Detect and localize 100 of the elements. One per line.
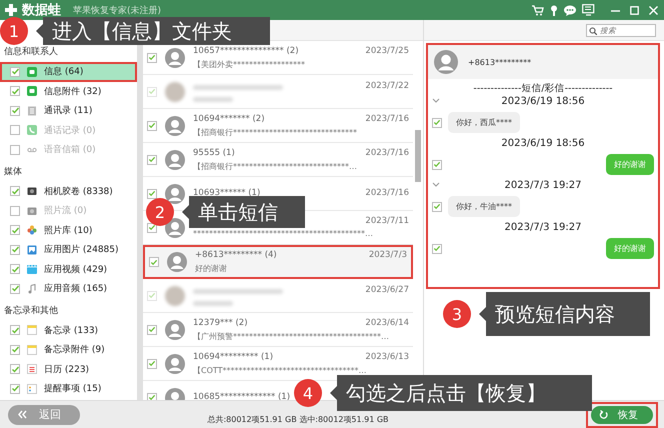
sidebar-item[interactable]: 提醒事项 (15): [0, 379, 137, 398]
message-date: 2023/7/3: [368, 250, 407, 261]
message-date: 2023/7/16: [365, 188, 409, 199]
checkbox[interactable]: [10, 364, 20, 374]
reminder-icon: [27, 384, 37, 394]
avatar-icon: [165, 354, 185, 374]
sender-name: 10694******* (2): [193, 114, 265, 124]
item-label: 应用图片 (24885): [44, 244, 119, 256]
sidebar-item[interactable]: 通讯录 (11): [0, 101, 137, 120]
avatar-icon: [167, 252, 187, 272]
checkbox[interactable]: [149, 257, 159, 267]
checkbox[interactable]: [10, 264, 20, 274]
monitor-icon: [582, 4, 595, 16]
checkbox[interactable]: [147, 324, 157, 334]
sender-name: 10693****** (1): [193, 188, 260, 199]
sidebar-item[interactable]: 备忘录附件 (9): [0, 340, 137, 360]
item-label: 日历 (223): [44, 364, 90, 376]
item-label: 备忘录 (133): [44, 324, 98, 337]
checkbox[interactable]: [10, 325, 20, 336]
sidebar-item[interactable]: 日历 (223): [0, 360, 137, 379]
item-label: 信息附件 (32): [44, 86, 102, 98]
avatar-icon: [434, 50, 458, 74]
checkbox[interactable]: [147, 358, 157, 368]
item-label: 通话记录 (0): [44, 124, 96, 137]
sidebar-item[interactable]: 备忘录 (133): [0, 320, 137, 340]
checkbox[interactable]: [10, 384, 20, 394]
message-icon: [27, 86, 37, 96]
restore-button[interactable]: 恢复: [591, 406, 653, 424]
sender-name: 12379*** (2): [193, 318, 248, 328]
checkbox[interactable]: [432, 118, 442, 128]
close-button[interactable]: [649, 6, 658, 14]
sidebar-item[interactable]: 应用音频 (165): [0, 279, 137, 298]
checkbox[interactable]: [147, 52, 157, 62]
camera-icon: [27, 186, 37, 196]
item-label: 应用视频 (429): [44, 264, 108, 276]
sidebar-item[interactable]: 照片库 (10): [0, 220, 137, 240]
item-label: 应用音频 (165): [44, 282, 108, 296]
sidebar-item[interactable]: 相机胶卷 (8338): [0, 182, 137, 201]
message-date: 2023/7/16: [365, 148, 409, 158]
message-preview: 【招商银行*******************************: [193, 126, 358, 138]
checkbox[interactable]: [432, 202, 442, 212]
sidebar-heading: 媒体: [3, 166, 23, 178]
callout-tooltip: 预览短信内容: [479, 292, 650, 336]
checkbox[interactable]: [10, 86, 20, 96]
sidebar-heading: 信息和联系人: [3, 46, 59, 59]
checkbox[interactable]: [147, 120, 157, 130]
message-row[interactable]: 2023/6/27: [143, 279, 413, 313]
checkbox[interactable]: [10, 244, 20, 255]
message-row[interactable]: +8613********* (4) 2023/7/3 好的谢谢: [143, 245, 413, 279]
chat-icon: [564, 4, 576, 16]
message-date: 2023/7/11: [365, 216, 409, 226]
checkbox[interactable]: [147, 188, 157, 198]
calendar-icon: [27, 364, 37, 374]
checkbox[interactable]: [10, 106, 20, 116]
sidebar-item[interactable]: 信息附件 (32): [0, 82, 137, 101]
message-bubble: 好的谢谢: [606, 238, 654, 259]
checkbox[interactable]: [10, 284, 20, 294]
checkbox[interactable]: [10, 225, 20, 236]
item-label: 备忘录附件 (9): [44, 343, 105, 356]
sender-name: +8613********* (4): [195, 250, 277, 261]
sender-name: 95555 (1): [193, 148, 235, 158]
checkbox[interactable]: [432, 244, 442, 254]
checkbox[interactable]: [10, 186, 20, 196]
message-date: 2023/7/22: [365, 81, 409, 92]
message-row[interactable]: 12379*** (2) 2023/6/14 【广州预警*************************************…: [143, 313, 413, 347]
message-date: 2023/7/25: [365, 46, 409, 56]
item-label: 照片库 (10): [44, 224, 92, 237]
checkbox[interactable]: [147, 154, 157, 164]
avatar-icon: [165, 48, 185, 68]
phone-icon: [27, 125, 37, 136]
checkbox[interactable]: [10, 66, 20, 77]
status-text: 总共:80012项51.91 GB 选中:80012项51.91 GB: [206, 414, 390, 425]
cross-logo-icon: [4, 3, 18, 17]
avatar-icon: [165, 150, 185, 170]
sender-name: 10694********* (1): [193, 352, 274, 362]
timestamp: 2023/6/19 18:56: [501, 138, 585, 149]
restore-icon: [599, 410, 608, 419]
avatar-icon: [165, 116, 185, 136]
callout-tooltip: 勾选之后点击【恢复】: [330, 375, 592, 411]
message-row[interactable]: 2023/7/22: [143, 75, 413, 109]
maximize-button[interactable]: [630, 6, 639, 14]
section-divider-label: --------------短信/彩信--------------: [472, 82, 614, 95]
message-preview: 【广州预警*************************************…: [193, 330, 390, 342]
app-logo: 数据蛙: [22, 2, 61, 19]
note-icon: [27, 344, 37, 355]
item-label: 信息 (64): [44, 66, 84, 78]
scrollbar-thumb[interactable]: [415, 130, 421, 182]
video-icon: [27, 264, 37, 274]
message-preview: 【美团外卖******************: [193, 58, 306, 70]
checkbox[interactable]: [432, 160, 442, 170]
message-row[interactable]: 95555 (1) 2023/7/16 【招商银行*****************************…: [143, 143, 413, 177]
message-row[interactable]: 10694******* (2) 2023/7/16 【招商银行*******************************: [143, 109, 413, 143]
sidebar-item[interactable]: 应用视频 (429): [0, 260, 137, 279]
avatar-icon: [165, 184, 185, 204]
sidebar-item[interactable]: 信息 (64): [0, 62, 137, 82]
checkbox[interactable]: [147, 392, 157, 400]
item-label: 通讯录 (11): [44, 104, 92, 118]
checkbox[interactable]: [10, 344, 20, 355]
sidebar-item[interactable]: 应用图片 (24885): [0, 240, 137, 260]
avatar-icon: [165, 218, 185, 238]
